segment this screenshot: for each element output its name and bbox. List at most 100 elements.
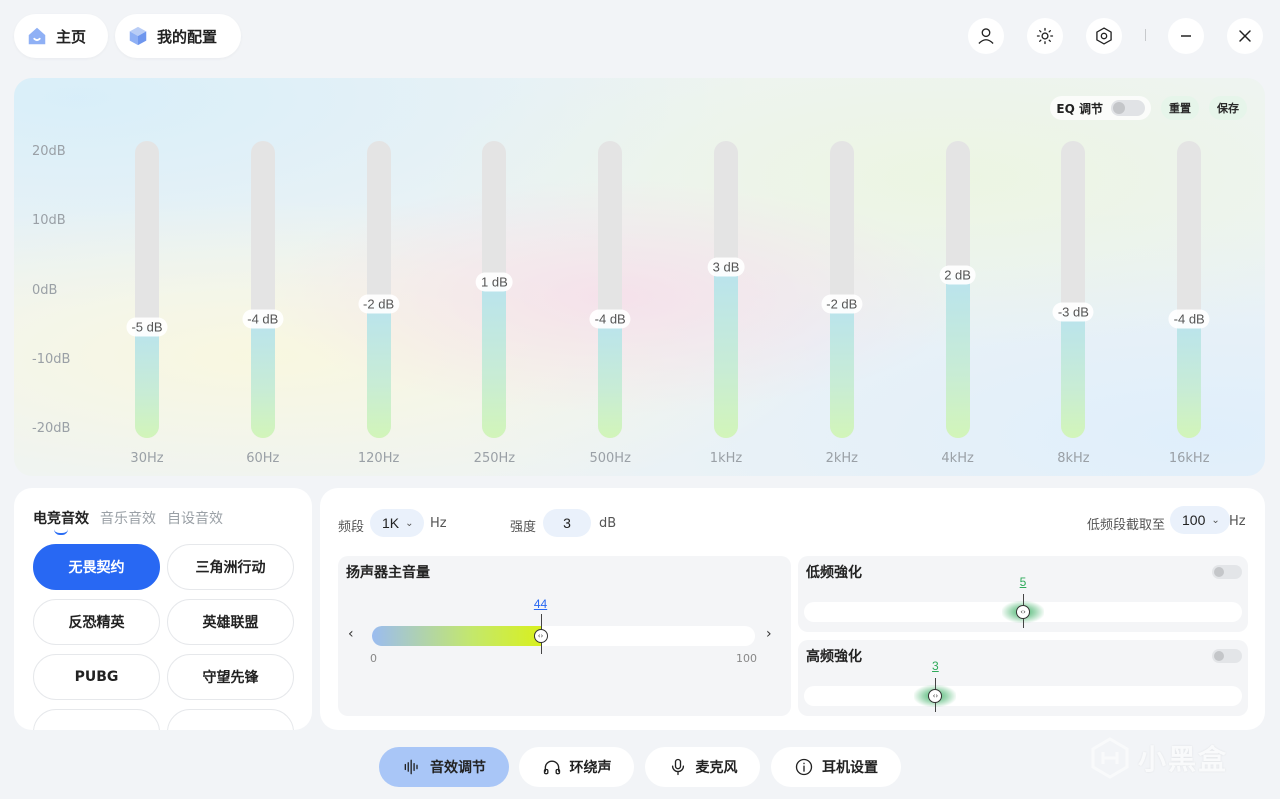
- eq-band[interactable]: 3 dB 1kHz: [707, 141, 745, 466]
- eq-band-frequency-label: 30Hz: [130, 451, 164, 466]
- treble-thumb[interactable]: ‹›: [928, 689, 943, 703]
- brightness-button[interactable]: [1027, 18, 1063, 54]
- treble-slider[interactable]: [804, 686, 1242, 706]
- volume-title: 扬声器主音量: [346, 565, 430, 581]
- y-axis-label: 20dB: [32, 144, 66, 159]
- eq-band[interactable]: -4 dB 500Hz: [589, 141, 631, 466]
- eq-band-fill: [250, 319, 275, 438]
- nav-label: 音效调节: [430, 760, 486, 776]
- bass-toggle[interactable]: [1212, 565, 1242, 579]
- brightness-icon: [1036, 27, 1054, 45]
- eq-band-fill: [714, 267, 738, 438]
- user-button[interactable]: [968, 18, 1004, 54]
- eq-band-fill: [482, 282, 507, 438]
- home-tab[interactable]: 主页: [14, 14, 108, 58]
- eq-band[interactable]: -5 dB 30Hz: [126, 141, 168, 466]
- eq-band-knob[interactable]: -5 dB: [126, 317, 168, 337]
- volume-thumb[interactable]: ‹›: [533, 629, 548, 643]
- eq-band[interactable]: 2 dB 4kHz: [939, 141, 976, 466]
- bass-value: 5: [1019, 575, 1027, 589]
- microphone-icon: [671, 758, 684, 776]
- band-unit: Hz: [430, 516, 447, 531]
- eq-band[interactable]: 1 dB 250Hz: [474, 141, 515, 466]
- volume-increase-arrow[interactable]: ›: [766, 626, 772, 642]
- user-icon: [978, 28, 994, 44]
- xiaoheihe-logo-icon: [1091, 737, 1129, 779]
- eq-band-knob[interactable]: -4 dB: [1168, 309, 1210, 329]
- eq-band-knob[interactable]: -4 dB: [242, 309, 284, 329]
- eq-band[interactable]: -2 dB 2kHz: [821, 141, 863, 466]
- preset-partial[interactable]: [167, 709, 294, 730]
- eq-band-knob[interactable]: -4 dB: [589, 309, 631, 329]
- volume-decrease-arrow[interactable]: ‹: [348, 626, 354, 642]
- nav-headset-settings[interactable]: 耳机设置: [771, 747, 901, 787]
- nav-microphone[interactable]: 麦克风: [645, 747, 760, 787]
- band-value: 1K: [382, 515, 400, 531]
- preset-valorant[interactable]: 无畏契约: [33, 544, 160, 590]
- eq-band[interactable]: -4 dB 16kHz: [1168, 141, 1210, 466]
- nav-sound-tuning[interactable]: 音效调节: [379, 747, 509, 787]
- eq-toggle[interactable]: [1111, 100, 1145, 116]
- eq-band-knob[interactable]: 1 dB: [476, 272, 513, 292]
- eq-band-knob[interactable]: -2 dB: [358, 294, 400, 314]
- treble-boost-card: 高频強化 3 ‹›: [798, 640, 1248, 716]
- eq-band-frequency-label: 1kHz: [709, 451, 743, 466]
- minimize-icon: [1181, 35, 1191, 37]
- eq-band-fill: [945, 274, 970, 438]
- eq-band-frequency-label: 4kHz: [941, 451, 974, 466]
- treble-toggle[interactable]: [1212, 649, 1242, 663]
- sound-wave-icon: [404, 759, 418, 775]
- eq-band-frequency-label: 120Hz: [357, 451, 400, 466]
- preset-pubg[interactable]: PUBG: [33, 654, 160, 700]
- eq-band[interactable]: -2 dB 120Hz: [358, 141, 399, 466]
- eq-band-frequency-label: 16kHz: [1168, 451, 1210, 466]
- cutoff-label: 低频段截取至: [1087, 518, 1166, 533]
- nav-surround[interactable]: 环绕声: [519, 747, 634, 787]
- volume-slider[interactable]: [372, 626, 755, 646]
- nav-label: 麦克风: [695, 760, 738, 776]
- eq-band[interactable]: -4 dB 60Hz: [242, 141, 284, 466]
- preset-delta-force[interactable]: 三角洲行动: [167, 544, 294, 590]
- reset-button[interactable]: 重置: [1161, 96, 1199, 120]
- close-button[interactable]: [1227, 18, 1263, 54]
- eq-band-fill: [829, 304, 854, 438]
- preset-league-of-legends[interactable]: 英雄联盟: [167, 599, 294, 645]
- eq-band-frequency-label: 500Hz: [589, 451, 631, 466]
- nav-label: 耳机设置: [822, 760, 878, 776]
- toolbar-divider: [1145, 29, 1146, 41]
- tab-music[interactable]: 音乐音效: [100, 508, 156, 528]
- eq-band-frequency-label: 60Hz: [246, 451, 280, 466]
- eq-band-frequency-label: 250Hz: [473, 451, 516, 466]
- eq-band-knob[interactable]: -2 dB: [821, 294, 863, 314]
- gain-input[interactable]: 3: [543, 509, 591, 537]
- eq-band-knob[interactable]: -3 dB: [1052, 302, 1094, 322]
- eq-band-fill: [1061, 311, 1086, 438]
- settings-button[interactable]: [1086, 18, 1122, 54]
- band-select[interactable]: 1K ⌄: [370, 509, 424, 537]
- eq-band-knob[interactable]: 2 dB: [939, 265, 976, 285]
- preset-counter-strike[interactable]: 反恐精英: [33, 599, 160, 645]
- settings-icon: [1096, 27, 1112, 45]
- volume-fill: [372, 626, 541, 646]
- eq-controls: EQ 调节 重置 保存: [1050, 96, 1247, 120]
- cutoff-select[interactable]: 100 ⌄: [1170, 506, 1230, 534]
- watermark-text: 小黑盒: [1138, 743, 1229, 776]
- bass-thumb[interactable]: ‹›: [1016, 605, 1030, 619]
- volume-value: 44: [533, 597, 548, 611]
- eq-band-frequency-label: 8kHz: [1057, 451, 1090, 466]
- eq-band-knob[interactable]: 3 dB: [707, 257, 745, 277]
- band-label: 频段: [338, 520, 365, 535]
- preset-overwatch[interactable]: 守望先锋: [167, 654, 294, 700]
- gain-value: 3: [563, 515, 571, 531]
- my-config-tab[interactable]: 我的配置: [115, 14, 241, 58]
- tab-esports[interactable]: 电竞音效: [33, 508, 89, 528]
- eq-band-fill: [1177, 319, 1202, 438]
- eq-band[interactable]: -3 dB 8kHz: [1052, 141, 1094, 466]
- close-icon: [1239, 30, 1251, 42]
- minimize-button[interactable]: [1168, 18, 1204, 54]
- preset-partial[interactable]: [33, 709, 160, 730]
- treble-title: 高频強化: [806, 649, 862, 665]
- tab-custom[interactable]: 自设音效: [167, 508, 223, 528]
- eq-panel: EQ 调节 重置 保存 20dB 10dB 0dB -10dB -20dB -5…: [14, 78, 1265, 476]
- save-button[interactable]: 保存: [1209, 96, 1247, 120]
